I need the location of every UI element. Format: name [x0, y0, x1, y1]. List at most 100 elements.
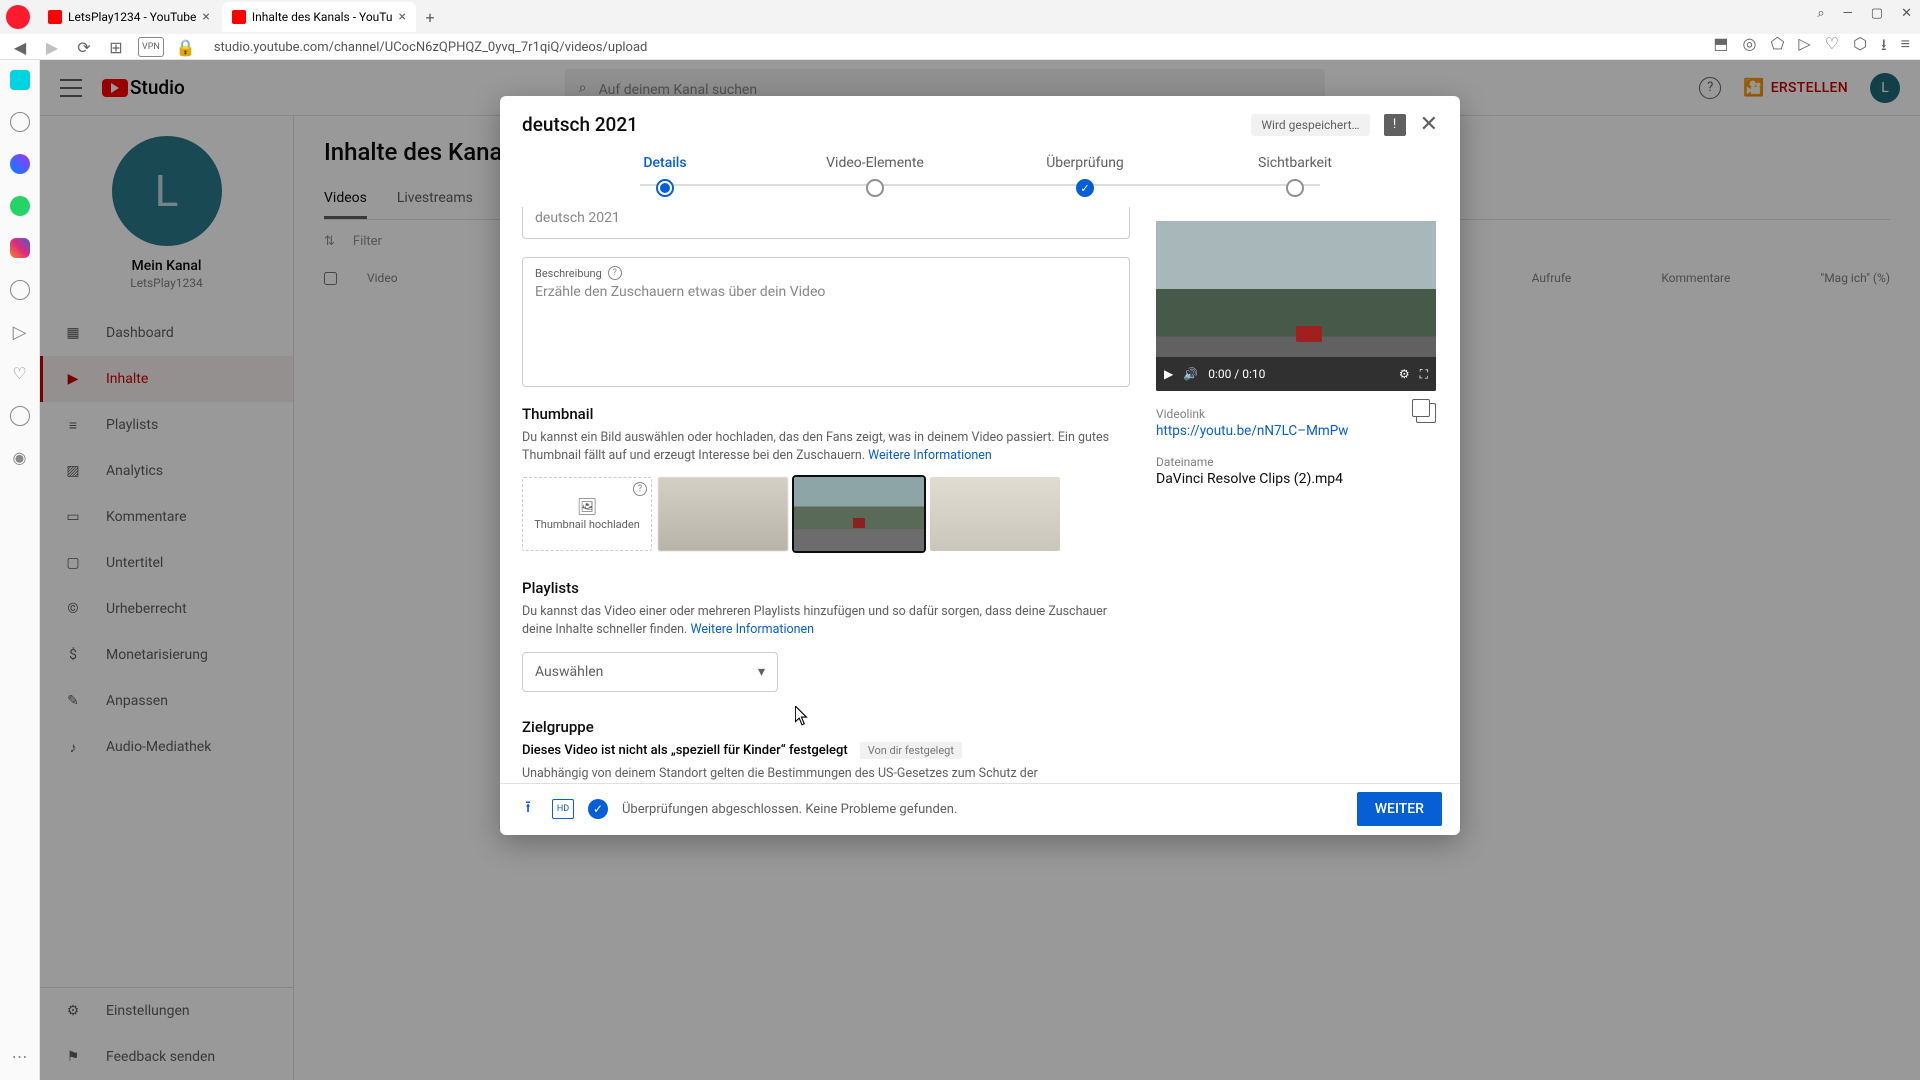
- download-icon[interactable]: ⭳: [1881, 34, 1887, 61]
- thumbnail-row: ? 🖼 Thumbnail hochladen: [522, 477, 1130, 551]
- bookmark-icon[interactable]: [10, 112, 30, 132]
- filename: DaVinci Resolve Clips (2).mp4: [1156, 471, 1436, 487]
- set-by-you-badge: Von dir festgelegt: [860, 742, 962, 759]
- description-input[interactable]: [535, 284, 1117, 364]
- close-window-icon[interactable]: ✕: [1901, 6, 1912, 21]
- tab-bar: LetsPlay1234 - YouTube × Inhalte des Kan…: [0, 0, 1920, 34]
- thumbnail-option-3[interactable]: [930, 477, 1060, 551]
- maximize-icon[interactable]: ▢: [1871, 6, 1883, 21]
- close-icon[interactable]: ×: [399, 9, 406, 25]
- whatsapp-icon[interactable]: [10, 196, 30, 216]
- dialog-footer: ⭱ HD ✓ Überprüfungen abgeschlossen. Kein…: [500, 783, 1460, 835]
- title-field[interactable]: [522, 207, 1130, 239]
- cube-icon[interactable]: ⬡: [1853, 34, 1867, 61]
- add-image-icon: 🖼: [577, 497, 597, 516]
- address-bar: ◀ ▶ ⟳ ⊞ VPN 🔒 studio.youtube.com/channel…: [0, 34, 1920, 60]
- step-circle: [656, 179, 674, 197]
- help-icon[interactable]: ?: [633, 482, 647, 496]
- close-icon[interactable]: ✕: [1420, 112, 1438, 137]
- browser-chrome: LetsPlay1234 - YouTube × Inhalte des Kan…: [0, 0, 1920, 60]
- video-time: 0:00 / 0:10: [1208, 367, 1389, 381]
- reload-button[interactable]: ⟳: [74, 37, 94, 57]
- step-circle: [1286, 179, 1304, 197]
- footer-status: Überprüfungen abgeschlossen. Keine Probl…: [622, 802, 1343, 817]
- back-button[interactable]: ◀: [10, 37, 30, 57]
- volume-icon[interactable]: 🔊: [1183, 367, 1198, 381]
- step-visibility[interactable]: Sichtbarkeit: [1190, 155, 1400, 197]
- heart-icon[interactable]: ♡: [1825, 34, 1839, 61]
- thumbnail-option-1[interactable]: [658, 477, 788, 551]
- feedback-icon[interactable]: !: [1384, 114, 1406, 136]
- thumbnail-upload-button[interactable]: ? 🖼 Thumbnail hochladen: [522, 477, 652, 551]
- next-button[interactable]: WEITER: [1357, 792, 1442, 826]
- thumbnail-description: Du kannst ein Bild auswählen oder hochla…: [522, 429, 1130, 465]
- description-field[interactable]: Beschreibung?: [522, 257, 1130, 387]
- step-details[interactable]: Details: [560, 155, 770, 197]
- messenger-icon[interactable]: [10, 154, 30, 174]
- step-checks[interactable]: Überprüfung: [980, 155, 1190, 197]
- upload-icon: ⭱: [518, 799, 538, 819]
- more-icon[interactable]: ⋯: [12, 1047, 28, 1066]
- camera-icon[interactable]: ◎: [1743, 34, 1757, 61]
- studio-app: Studio ⌕ ? 🎦 ERSTELLEN L L Mein Kanal Le…: [40, 60, 1920, 1080]
- lock-icon: 🔒: [176, 37, 196, 57]
- send-icon[interactable]: ▷: [1798, 34, 1810, 61]
- heart-icon[interactable]: ♡: [10, 364, 30, 384]
- minimize-icon[interactable]: —: [1843, 6, 1853, 21]
- audience-heading: Zielgruppe: [522, 718, 1130, 736]
- opera-logo: [6, 5, 30, 29]
- lightbulb-icon[interactable]: ◉: [10, 448, 30, 468]
- vpn-badge[interactable]: VPN: [138, 37, 164, 57]
- tab-label: LetsPlay1234 - YouTube: [68, 10, 196, 24]
- playlists-heading: Playlists: [522, 579, 1130, 597]
- hd-badge: HD: [552, 799, 574, 819]
- play-icon[interactable]: ▷: [10, 322, 30, 342]
- opera-sidebar: ▷ ♡ ◉ ⋯: [0, 60, 40, 1080]
- browser-tab-2[interactable]: Inhalte des Kanals - YouTu ×: [222, 2, 416, 32]
- audience-status: Dieses Video ist nicht als „speziell für…: [522, 742, 1130, 759]
- gear-icon[interactable]: ⚙: [1399, 367, 1410, 381]
- title-input[interactable]: [535, 210, 1117, 226]
- check-icon: ✓: [588, 799, 608, 819]
- thumbnail-option-2[interactable]: [794, 477, 924, 551]
- url-text[interactable]: studio.youtube.com/channel/UCocN6zQPHQZ_…: [208, 40, 1702, 55]
- youtube-favicon: [48, 10, 62, 24]
- window-controls: ⌕ — ▢ ✕: [1817, 6, 1912, 21]
- menu-icon[interactable]: ≡: [1901, 34, 1910, 61]
- home-icon[interactable]: [10, 70, 30, 90]
- youtube-favicon: [232, 10, 246, 24]
- step-circle: [1076, 179, 1094, 197]
- new-tab-button[interactable]: +: [418, 5, 442, 29]
- more-info-link[interactable]: Weitere Informationen: [690, 622, 814, 637]
- forward-button[interactable]: ▶: [42, 37, 62, 57]
- history-icon[interactable]: [10, 406, 30, 426]
- audience-subtext: Unabhängig von deinem Standort gelten di…: [522, 765, 1130, 783]
- playlist-select[interactable]: Auswählen ▾: [522, 652, 778, 692]
- address-actions: ⬒ ◎ ⬠ ▷ ♡ ⬡ ⭳ ≡: [1713, 34, 1910, 61]
- speed-dial-icon[interactable]: ⊞: [106, 37, 126, 57]
- tab-label: Inhalte des Kanals - YouTu: [252, 10, 393, 24]
- videolink[interactable]: https://youtu.be/nN7LC–MmPw: [1156, 423, 1348, 439]
- video-preview[interactable]: ▶ 🔊 0:00 / 0:10 ⚙ ⛶: [1156, 221, 1436, 391]
- close-icon[interactable]: ×: [202, 9, 209, 25]
- player-icon[interactable]: [10, 280, 30, 300]
- step-video-elements[interactable]: Video-Elemente: [770, 155, 980, 197]
- upload-dialog: deutsch 2021 Wird gespeichert… ! ✕ Detai…: [500, 96, 1460, 835]
- play-icon[interactable]: ▶: [1164, 367, 1173, 381]
- stepper: Details Video-Elemente Überprüfung Sicht…: [500, 145, 1460, 197]
- instagram-icon[interactable]: [10, 238, 30, 258]
- dialog-sidebar: ▶ 🔊 0:00 / 0:10 ⚙ ⛶ Videolink https://yo…: [1142, 207, 1452, 783]
- search-icon[interactable]: ⌕: [1817, 6, 1824, 21]
- copy-icon[interactable]: [1416, 403, 1436, 423]
- dialog-header: deutsch 2021 Wird gespeichert… ! ✕: [500, 96, 1460, 145]
- dialog-title: deutsch 2021: [522, 113, 1251, 136]
- pin-icon[interactable]: ⬠: [1771, 34, 1785, 61]
- dialog-scroll-area[interactable]: Beschreibung? Thumbnail Du kannst ein Bi…: [522, 207, 1142, 783]
- thumbnail-heading: Thumbnail: [522, 405, 1130, 423]
- more-info-link[interactable]: Weitere Informationen: [868, 448, 992, 463]
- help-icon[interactable]: ?: [608, 266, 622, 280]
- install-icon[interactable]: ⬒: [1713, 34, 1728, 61]
- fullscreen-icon[interactable]: ⛶: [1420, 367, 1428, 382]
- playlists-description: Du kannst das Video einer oder mehreren …: [522, 603, 1130, 639]
- browser-tab-1[interactable]: LetsPlay1234 - YouTube ×: [38, 2, 220, 32]
